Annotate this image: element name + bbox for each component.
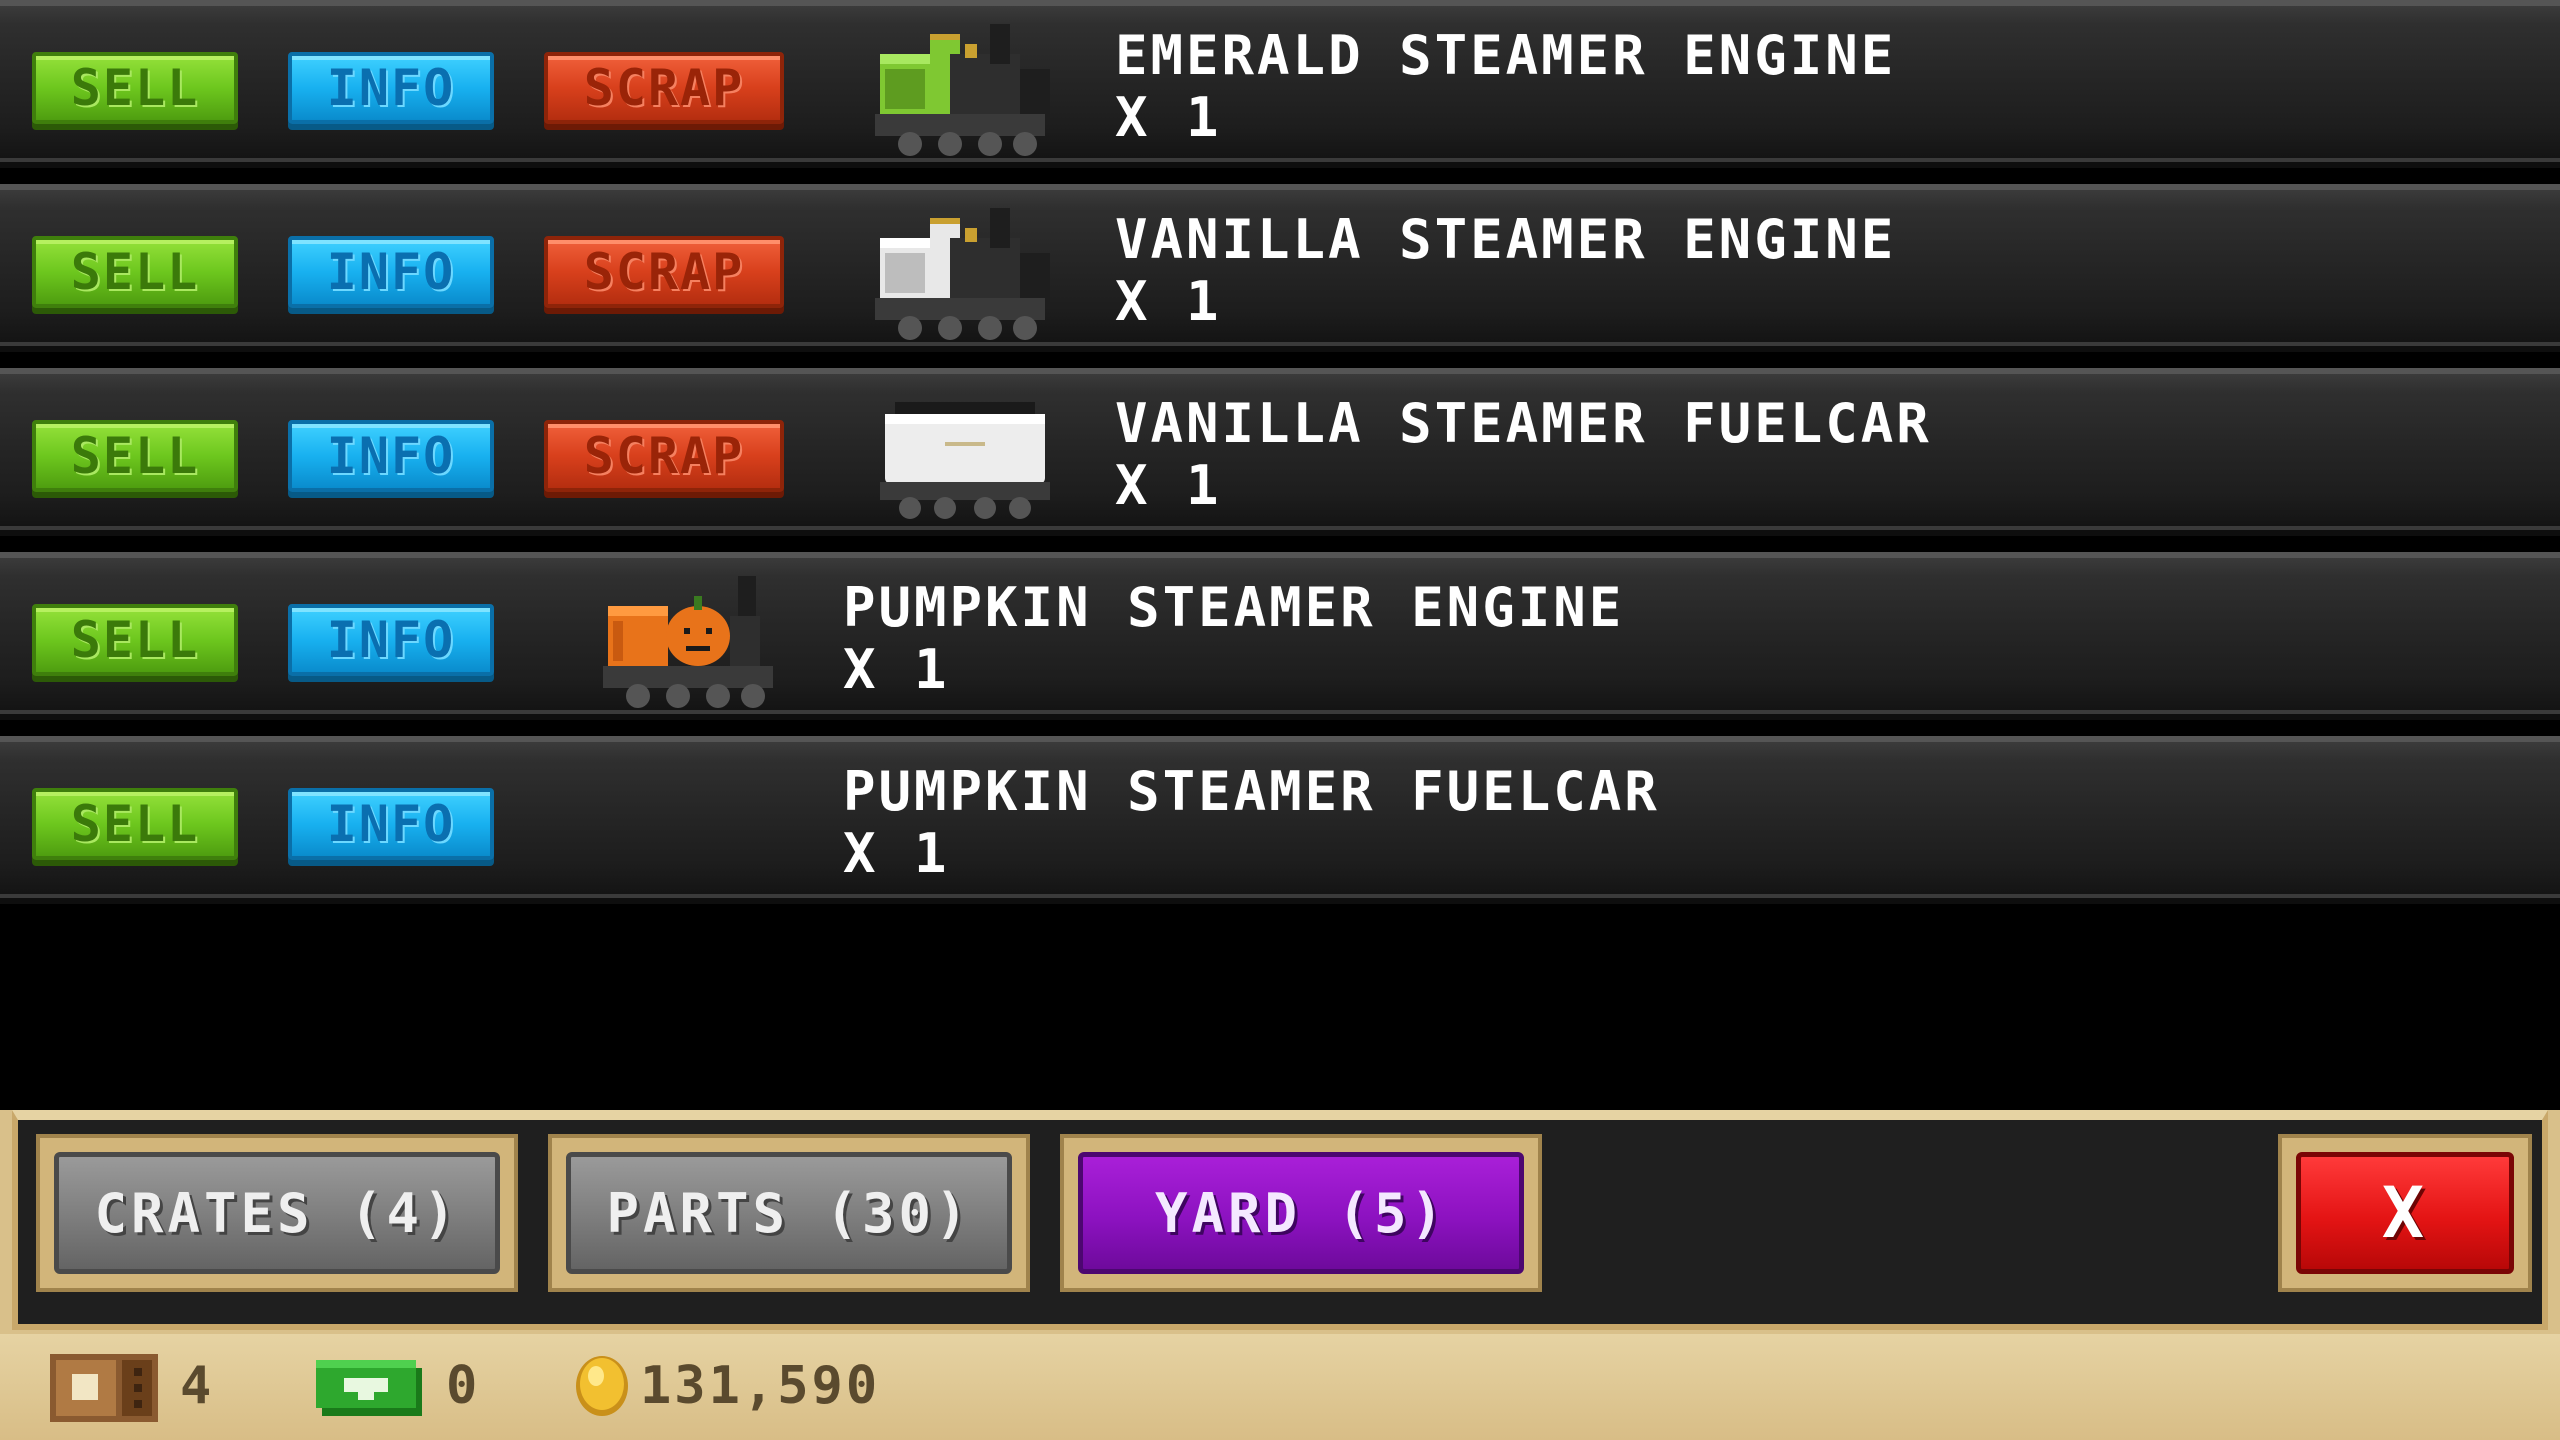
item-quantity: X 1 (843, 822, 950, 885)
info-button[interactable]: INFO (288, 604, 494, 676)
crate-icon (50, 1354, 158, 1422)
crates-count: 4 (180, 1356, 215, 1416)
emerald-steam-engine-icon (875, 24, 1050, 156)
pumpkin-steam-engine-icon (603, 576, 773, 708)
tab-crates-label: CRATES (4) (54, 1152, 500, 1274)
sell-button[interactable]: SELL (32, 52, 238, 124)
list-item: SELL INFO SCRAP EMERALD STEAMER ENGINE X… (0, 0, 2560, 168)
info-button[interactable]: INFO (288, 236, 494, 308)
bottom-panel: CRATES (4) PARTS (30) YARD (5) X 4 0 131… (0, 1110, 2560, 1440)
list-item: SELL INFO PUMPKIN STEAMER FUELCAR X 1 (0, 736, 2560, 904)
info-button[interactable]: INFO (288, 420, 494, 492)
item-name: EMERALD STEAMER ENGINE (1115, 24, 1897, 87)
tab-yard-label: YARD (5) (1078, 1152, 1524, 1274)
sell-button[interactable]: SELL (32, 788, 238, 860)
item-quantity: X 1 (843, 638, 950, 701)
coin-amount: 131,590 (640, 1356, 881, 1416)
sell-button[interactable]: SELL (32, 604, 238, 676)
item-name: VANILLA STEAMER FUELCAR (1115, 392, 1932, 455)
info-button[interactable]: INFO (288, 52, 494, 124)
tab-yard[interactable]: YARD (5) (1060, 1134, 1542, 1292)
scrap-button[interactable]: SCRAP (544, 420, 784, 492)
tab-parts[interactable]: PARTS (30) (548, 1134, 1030, 1292)
list-item: SELL INFO PUMPKIN STEAMER ENGINE X 1 (0, 552, 2560, 720)
tab-crates[interactable]: CRATES (4) (36, 1134, 518, 1292)
list-item: SELL INFO SCRAP VANILLA STEAMER FUELCAR … (0, 368, 2560, 536)
info-button[interactable]: INFO (288, 788, 494, 860)
vanilla-fuelcar-icon (880, 402, 1050, 519)
close-icon: X (2296, 1152, 2514, 1274)
coin-icon (576, 1356, 628, 1416)
sell-button[interactable]: SELL (32, 420, 238, 492)
scrap-button[interactable]: SCRAP (544, 236, 784, 308)
cash-amount: 0 (446, 1356, 481, 1416)
vanilla-steam-engine-icon (875, 208, 1050, 340)
status-bar: 4 0 131,590 (0, 1334, 2560, 1440)
sell-button[interactable]: SELL (32, 236, 238, 308)
item-name: VANILLA STEAMER ENGINE (1115, 208, 1897, 271)
tab-bar: CRATES (4) PARTS (30) YARD (5) X (12, 1110, 2548, 1330)
item-name: PUMPKIN STEAMER FUELCAR (843, 760, 1660, 823)
cash-icon (316, 1360, 422, 1416)
item-quantity: X 1 (1115, 270, 1222, 333)
tab-parts-label: PARTS (30) (566, 1152, 1012, 1274)
item-name: PUMPKIN STEAMER ENGINE (843, 576, 1625, 639)
scrap-button[interactable]: SCRAP (544, 52, 784, 124)
item-quantity: X 1 (1115, 454, 1222, 517)
close-button[interactable]: X (2278, 1134, 2532, 1292)
list-item: SELL INFO SCRAP VANILLA STEAMER ENGINE X… (0, 184, 2560, 352)
item-quantity: X 1 (1115, 86, 1222, 149)
